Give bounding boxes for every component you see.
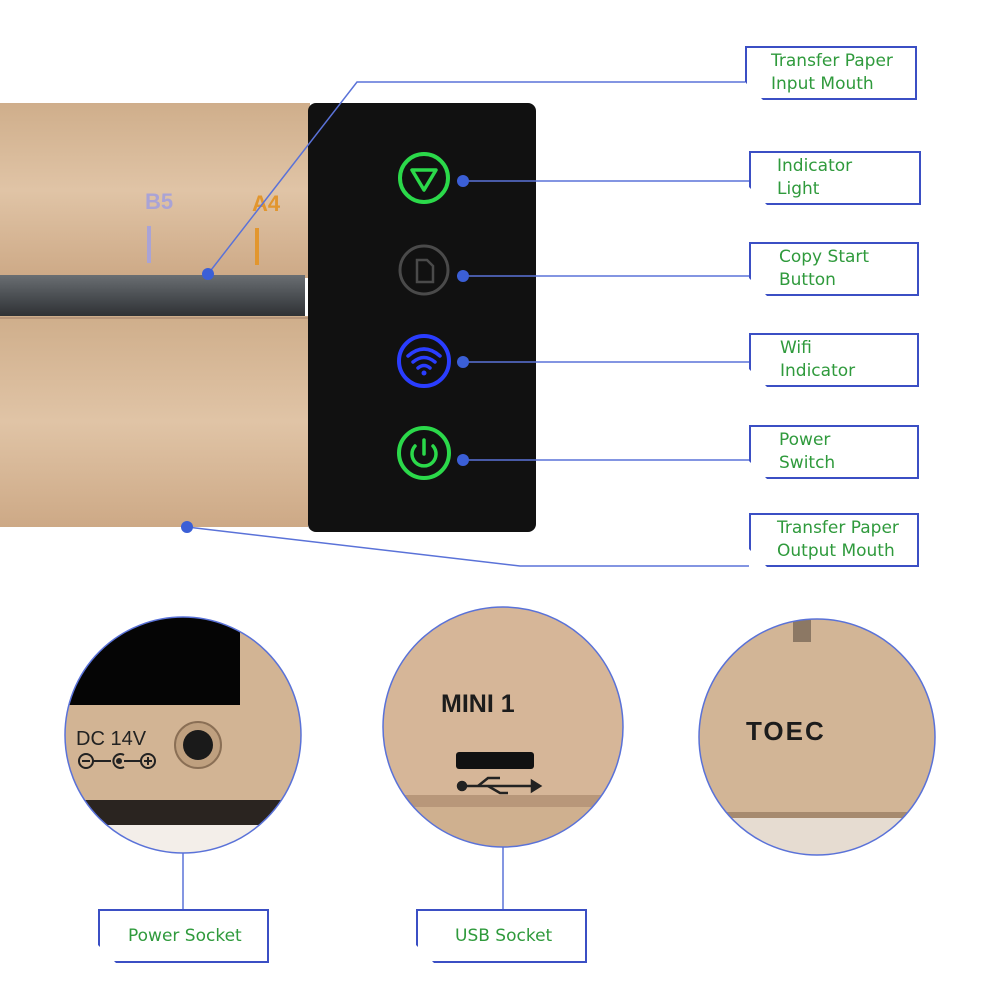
label-line: USB Socket [455, 926, 553, 946]
label-line: Wifi [780, 338, 812, 358]
label-indicator-light: Indicator Light [749, 151, 921, 205]
label-line: Light [777, 179, 820, 199]
label-copy-start: Copy Start Button [749, 242, 919, 296]
label-line: Transfer Paper [777, 518, 899, 538]
label-wifi: Wifi Indicator [749, 333, 919, 387]
brand-detail: TOEC [699, 619, 935, 855]
label-line: Power [779, 430, 831, 450]
label-line: Indicator [780, 361, 856, 381]
label-usb-socket: USB Socket [416, 909, 587, 963]
label-line: Copy Start [779, 247, 870, 267]
label-power-switch: Power Switch [749, 425, 919, 479]
label-power-socket: Power Socket [98, 909, 269, 963]
power-socket-detail: DC 14V [65, 617, 301, 853]
label-line: Button [779, 270, 836, 290]
label-line: Output Mouth [777, 541, 895, 561]
paper-slot[interactable] [0, 275, 305, 317]
label-line: Transfer Paper [771, 51, 893, 71]
label-input-mouth: Transfer Paper Input Mouth [745, 46, 917, 100]
label-line: Power Socket [128, 926, 242, 946]
label-line: Indicator [777, 156, 853, 176]
b5-mark: B5 [145, 189, 173, 214]
printer-body-bottom [0, 316, 308, 527]
label-line: Switch [779, 453, 836, 473]
mini-mark: MINI 1 [441, 690, 515, 718]
control-panel [308, 103, 536, 532]
product-diagram: B5 A4 DC 14V MINI 1 TOEC Transfer Paper … [0, 0, 1001, 1001]
dc-mark: DC 14V [76, 728, 147, 750]
brand-mark: TOEC [746, 716, 826, 746]
printer-illustration: B5 A4 DC 14V MINI 1 TOEC [0, 81, 936, 909]
label-line: Input Mouth [771, 74, 874, 94]
label-output-mouth: Transfer Paper Output Mouth [749, 513, 919, 567]
